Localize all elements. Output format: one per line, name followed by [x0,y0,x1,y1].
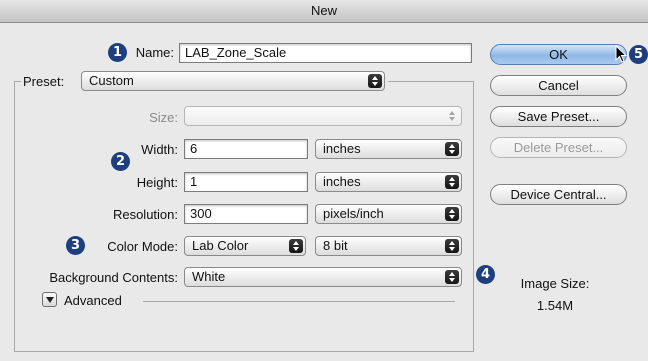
image-size-label: Image Size: [520,276,590,291]
stepper-arrows-icon [445,207,459,221]
width-unit-value: inches [323,141,361,156]
image-size-value: 1.54M [536,298,574,313]
resolution-input[interactable]: 300 [184,204,308,224]
resolution-label: Resolution: [112,207,178,222]
advanced-divider [143,301,455,302]
background-contents-label: Background Contents: [49,270,178,285]
callout-3-badge: 3 [66,236,85,255]
window-title: New [0,0,648,23]
stepper-arrows-icon [368,74,382,88]
height-unit-value: inches [323,174,361,189]
preset-label: Preset: [22,74,78,89]
preset-select-value: Custom [89,73,134,88]
stepper-arrows-icon [445,270,459,284]
preset-group-border-top-right [388,81,474,82]
advanced-label[interactable]: Advanced [64,293,122,308]
callout-1-badge: 1 [108,43,127,62]
width-unit-select[interactable]: inches [315,139,462,159]
disclosure-triangle-icon[interactable] [42,292,57,307]
stepper-arrows-icon [445,109,459,123]
width-label: Width: [141,142,178,157]
color-mode-select[interactable]: Lab Color [184,236,306,256]
color-mode-label: Color Mode: [107,239,178,254]
save-preset-button[interactable]: Save Preset... [490,106,627,127]
preset-group-border-right [473,81,474,352]
height-input[interactable]: 1 [184,172,308,192]
size-label: Size: [149,110,178,125]
preset-group-border-left [14,81,15,352]
callout-5-badge: 5 [629,45,648,64]
bit-depth-select[interactable]: 8 bit [315,236,462,256]
name-label: Name: [135,45,174,60]
stepper-arrows-icon [445,142,459,156]
preset-group-border-bottom [14,351,474,352]
ok-button[interactable]: OK [490,44,627,65]
cancel-button[interactable]: Cancel [490,75,627,96]
background-contents-value: White [192,269,226,284]
size-select[interactable] [184,106,462,126]
color-mode-value: Lab Color [192,238,249,253]
background-contents-select[interactable]: White [184,267,462,287]
preset-group-border-top-left [14,81,21,82]
width-input[interactable]: 6 [184,139,308,159]
device-central-button[interactable]: Device Central... [490,184,627,205]
stepper-arrows-icon [445,175,459,189]
stepper-arrows-icon [445,239,459,253]
bit-depth-value: 8 bit [323,238,348,253]
callout-4-badge: 4 [476,265,495,284]
preset-select[interactable]: Custom [81,71,385,91]
height-unit-select[interactable]: inches [315,172,462,192]
stepper-arrows-icon [289,239,303,253]
height-label: Height: [136,175,178,190]
delete-preset-button[interactable]: Delete Preset... [490,137,627,158]
mouse-pointer-icon [615,45,627,63]
resolution-unit-select[interactable]: pixels/inch [315,204,462,224]
resolution-unit-value: pixels/inch [323,206,384,221]
name-input[interactable]: LAB_Zone_Scale [179,43,472,63]
